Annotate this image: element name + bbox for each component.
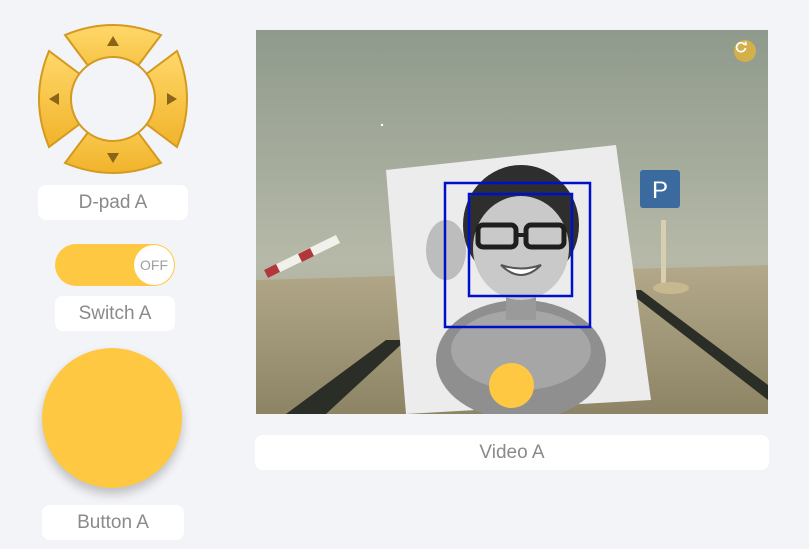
switch-label: Switch A xyxy=(55,296,175,331)
video-capture-button[interactable] xyxy=(489,363,534,408)
button-a[interactable] xyxy=(42,348,182,488)
dpad-label: D-pad A xyxy=(38,185,188,220)
button-label: Button A xyxy=(42,505,184,540)
switch-toggle[interactable]: OFF xyxy=(55,244,175,286)
camera-image: P xyxy=(256,30,768,414)
switch-knob: OFF xyxy=(134,245,174,285)
refresh-icon[interactable] xyxy=(734,40,756,62)
video-label: Video A xyxy=(255,435,769,470)
parking-sign-text: P xyxy=(652,177,668,204)
dpad xyxy=(37,23,189,175)
video-feed: P xyxy=(256,30,768,414)
